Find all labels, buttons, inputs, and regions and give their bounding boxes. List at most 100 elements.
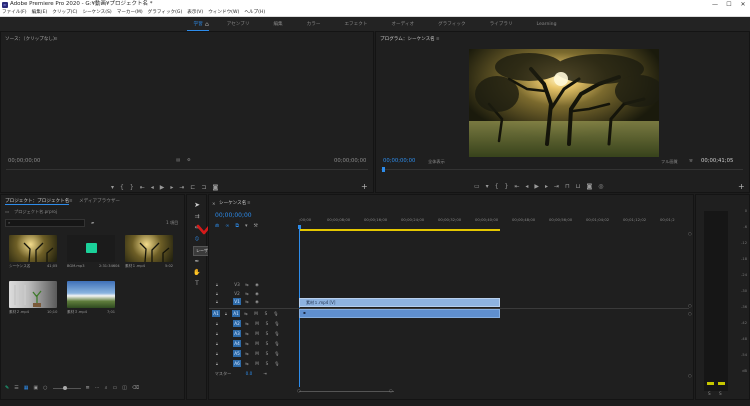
camera-icon[interactable]: ◙ bbox=[212, 184, 218, 191]
workspace-tab-editing[interactable]: 編集 bbox=[261, 21, 294, 27]
source-patch[interactable] bbox=[223, 340, 231, 347]
timeline-sequence-tab[interactable]: シーケンス名 bbox=[219, 200, 246, 206]
track-label[interactable]: V2 bbox=[233, 290, 241, 297]
maximize-button[interactable]: ☐ bbox=[722, 0, 736, 9]
new-bin-icon[interactable]: ▰ bbox=[91, 220, 94, 225]
lock-icon[interactable]: 🔒︎ bbox=[213, 298, 221, 305]
source-patch[interactable] bbox=[223, 360, 231, 367]
close-tab-icon[interactable]: × bbox=[212, 201, 216, 206]
solo-left-button[interactable]: S bbox=[708, 391, 711, 396]
mute-button[interactable]: M bbox=[253, 330, 261, 337]
sync-lock-icon[interactable]: ⇆ bbox=[243, 330, 251, 337]
lock-icon[interactable]: 🔒︎ bbox=[213, 281, 221, 288]
source-patch[interactable] bbox=[223, 298, 231, 305]
mute-button[interactable]: M bbox=[253, 360, 261, 367]
scroll-handle-right[interactable]: ○ bbox=[389, 388, 393, 393]
panel-menu-icon[interactable]: ≡ bbox=[54, 36, 58, 41]
clip-thumbnail-material2[interactable] bbox=[9, 281, 57, 308]
vertical-scroll-handle[interactable]: ○ bbox=[688, 373, 692, 378]
audio-clip[interactable]: ▪ bbox=[299, 309, 500, 318]
quality-dropdown[interactable]: フル画質 bbox=[661, 159, 678, 165]
source-monitor-title[interactable]: ソース：（クリップなし） bbox=[5, 36, 58, 42]
solo-button[interactable]: S bbox=[263, 320, 271, 327]
sort-icon[interactable]: ≣ bbox=[86, 385, 90, 391]
source-scrubber[interactable] bbox=[6, 169, 368, 170]
mark-in-icon[interactable]: { bbox=[495, 183, 499, 190]
add-button-icon[interactable]: + bbox=[361, 182, 368, 191]
mic-icon[interactable]: 🎙︎ bbox=[273, 320, 281, 327]
track-label[interactable]: A5 bbox=[233, 350, 241, 357]
clip-thumbnail-material1[interactable] bbox=[125, 235, 173, 263]
workspace-tab-effects[interactable]: エフェクト bbox=[332, 21, 379, 27]
mic-icon[interactable]: 🎙︎ bbox=[273, 360, 281, 367]
track-label[interactable]: A3 bbox=[233, 330, 241, 337]
project-search-input[interactable]: ⌕ bbox=[5, 219, 85, 227]
timeline-timecode[interactable]: 00;00;00;00 bbox=[215, 212, 252, 219]
program-monitor-title[interactable]: プログラム：シーケンス名 bbox=[380, 36, 435, 42]
mute-button[interactable]: M bbox=[253, 350, 261, 357]
horizontal-scrollbar[interactable] bbox=[299, 391, 394, 392]
workspace-tab-assembly[interactable]: アセンブリ bbox=[215, 21, 262, 27]
source-patch[interactable] bbox=[223, 281, 231, 288]
selection-tool-icon[interactable]: ➤ bbox=[194, 201, 200, 209]
eye-icon[interactable]: ◉ bbox=[253, 290, 261, 297]
lift-icon[interactable]: ⊓ bbox=[565, 183, 570, 190]
solo-button[interactable]: S bbox=[263, 360, 271, 367]
hand-tool-icon[interactable]: ✋ bbox=[193, 269, 200, 276]
program-scrubber[interactable] bbox=[381, 169, 743, 170]
track-label[interactable]: A6 bbox=[233, 360, 241, 367]
step-forward-icon[interactable]: ▸ bbox=[170, 184, 173, 191]
source-patch[interactable] bbox=[223, 350, 231, 357]
mic-icon[interactable]: 🎙︎ bbox=[273, 340, 281, 347]
step-back-icon[interactable]: ◂ bbox=[151, 184, 154, 191]
add-marker-icon[interactable]: ▾ bbox=[245, 223, 248, 229]
overwrite-icon[interactable]: ⊐ bbox=[201, 184, 206, 191]
find-icon[interactable]: ⌕ bbox=[105, 385, 108, 391]
zoom-small-icon[interactable]: ○ bbox=[43, 385, 47, 391]
trash-icon[interactable]: ⌫ bbox=[132, 385, 139, 391]
project-tab[interactable]: プロジェクト：プロジェクト名 bbox=[5, 198, 70, 205]
timeline-settings-icon[interactable]: ⚒ bbox=[253, 223, 257, 229]
insert-icon[interactable]: ⊏ bbox=[190, 184, 195, 191]
lock-icon[interactable]: 🔒︎ bbox=[222, 310, 230, 317]
eye-icon[interactable]: ◉ bbox=[253, 281, 261, 288]
mark-out-icon[interactable]: } bbox=[130, 184, 134, 191]
extract-icon[interactable]: ⊔ bbox=[576, 183, 581, 190]
go-to-out-icon[interactable]: ⇥ bbox=[554, 183, 559, 190]
automate-icon[interactable]: ⋯ bbox=[95, 385, 100, 391]
sync-lock-icon[interactable]: ⇆ bbox=[243, 340, 251, 347]
workspace-tab-learning[interactable]: Learning bbox=[525, 22, 569, 27]
pen-tool-icon[interactable]: ✒ bbox=[194, 258, 199, 265]
play-icon[interactable]: ▶ bbox=[160, 184, 165, 191]
marker-icon[interactable]: ▾ bbox=[111, 184, 114, 191]
solo-button[interactable]: S bbox=[263, 330, 271, 337]
lock-icon[interactable]: 🔒︎ bbox=[213, 360, 221, 367]
sync-lock-icon[interactable]: ⇆ bbox=[242, 310, 250, 317]
media-browser-tab[interactable]: メディアブラウザー bbox=[79, 198, 120, 204]
thumbnail-zoom-slider[interactable] bbox=[52, 385, 81, 390]
mic-icon[interactable]: 🎙︎ bbox=[273, 330, 281, 337]
sync-lock-icon[interactable]: ⇆ bbox=[243, 350, 251, 357]
mute-button[interactable]: M bbox=[252, 310, 260, 317]
lock-icon[interactable]: 🔒︎ bbox=[213, 340, 221, 347]
step-forward-icon[interactable]: ▸ bbox=[545, 183, 548, 190]
lock-icon[interactable]: 🔒︎ bbox=[213, 290, 221, 297]
lock-icon[interactable]: 🔒︎ bbox=[213, 330, 221, 337]
snap-icon[interactable]: ⋒ bbox=[215, 223, 219, 229]
mic-icon[interactable]: 🎙︎ bbox=[272, 310, 280, 317]
sync-lock-icon[interactable]: ⇆ bbox=[243, 360, 251, 367]
menu-graphics[interactable]: グラフィック(G) bbox=[148, 9, 183, 16]
time-ruler[interactable]: ;00;00 00;00;08;00 00;00;16;00 00;00;24;… bbox=[299, 217, 689, 227]
pencil-icon[interactable]: ✎ bbox=[5, 385, 9, 391]
panel-menu-icon[interactable]: ≡ bbox=[436, 36, 440, 41]
clip-thumbnail-material3[interactable] bbox=[67, 281, 115, 308]
sync-lock-icon[interactable]: ⇆ bbox=[243, 281, 251, 288]
track-label[interactable]: V3 bbox=[233, 281, 241, 288]
icon-view-icon[interactable]: ▦ bbox=[24, 385, 29, 391]
panel-menu-icon[interactable]: ≡ bbox=[247, 200, 251, 205]
fit-dropdown[interactable]: 全体表示 bbox=[428, 159, 445, 165]
work-area-bar[interactable] bbox=[299, 229, 500, 231]
workspace-tab-learn[interactable]: 学習 bbox=[181, 21, 214, 31]
new-bin-icon[interactable]: ▭ bbox=[113, 385, 118, 391]
program-playhead[interactable] bbox=[382, 167, 385, 172]
